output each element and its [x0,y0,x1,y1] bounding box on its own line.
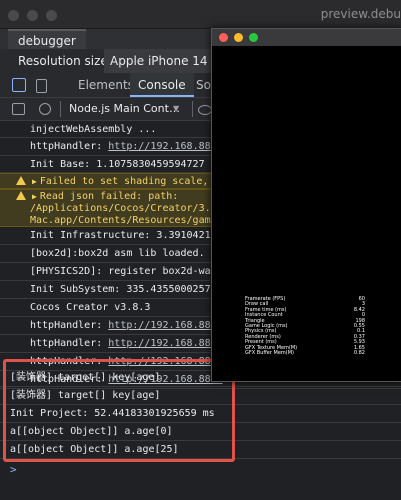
minimize-window-button[interactable] [27,10,38,21]
sidebar-toggle-icon[interactable] [12,103,25,115]
expand-arrow-icon[interactable]: ▶ [32,177,37,186]
chevron-down-icon[interactable]: ▼ [173,98,179,120]
console-prompt[interactable]: > [10,463,17,476]
context-selector[interactable]: Node.js Main Cont… [69,98,180,120]
zoom-window-button[interactable] [46,10,57,21]
profiler-stats: Framerate (FPS) 60 Draw call 3 Frame time … [245,296,365,356]
resolution-size-label[interactable]: Resolution size [18,49,108,73]
tab-debugger[interactable]: debugger [8,29,86,49]
preview-window[interactable]: Framerate (FPS) 60 Draw call 3 Frame time … [211,28,401,382]
toolbar-divider [60,101,61,117]
highlight-box [3,359,235,462]
warning-icon [16,191,26,200]
clear-console-icon[interactable] [39,103,51,115]
toolbar-divider-2 [192,101,193,117]
devtools-titlebar: preview.debu [0,0,401,29]
console-link[interactable]: http://192.168.88.1 [108,338,222,349]
preview-zoom-button[interactable] [249,33,258,42]
warning-icon [16,176,26,185]
eye-icon[interactable] [198,105,212,115]
expand-arrow-icon[interactable]: ▶ [32,192,37,201]
stat-row: GFX Buffer Mem(M) 0.82 [245,349,365,356]
console-link[interactable]: http://192.168.88.1 [108,320,222,331]
preview-minimize-button[interactable] [234,33,243,42]
inspect-element-icon[interactable] [12,78,26,92]
window-title: preview.debu [320,7,401,21]
console-link[interactable]: http://192.168.88.1 [108,141,222,152]
device-toggle-icon[interactable] [36,79,47,93]
preview-close-button[interactable] [219,33,228,42]
close-window-button[interactable] [8,10,19,21]
preview-titlebar [212,29,401,46]
tab-console[interactable]: Console [130,73,194,97]
